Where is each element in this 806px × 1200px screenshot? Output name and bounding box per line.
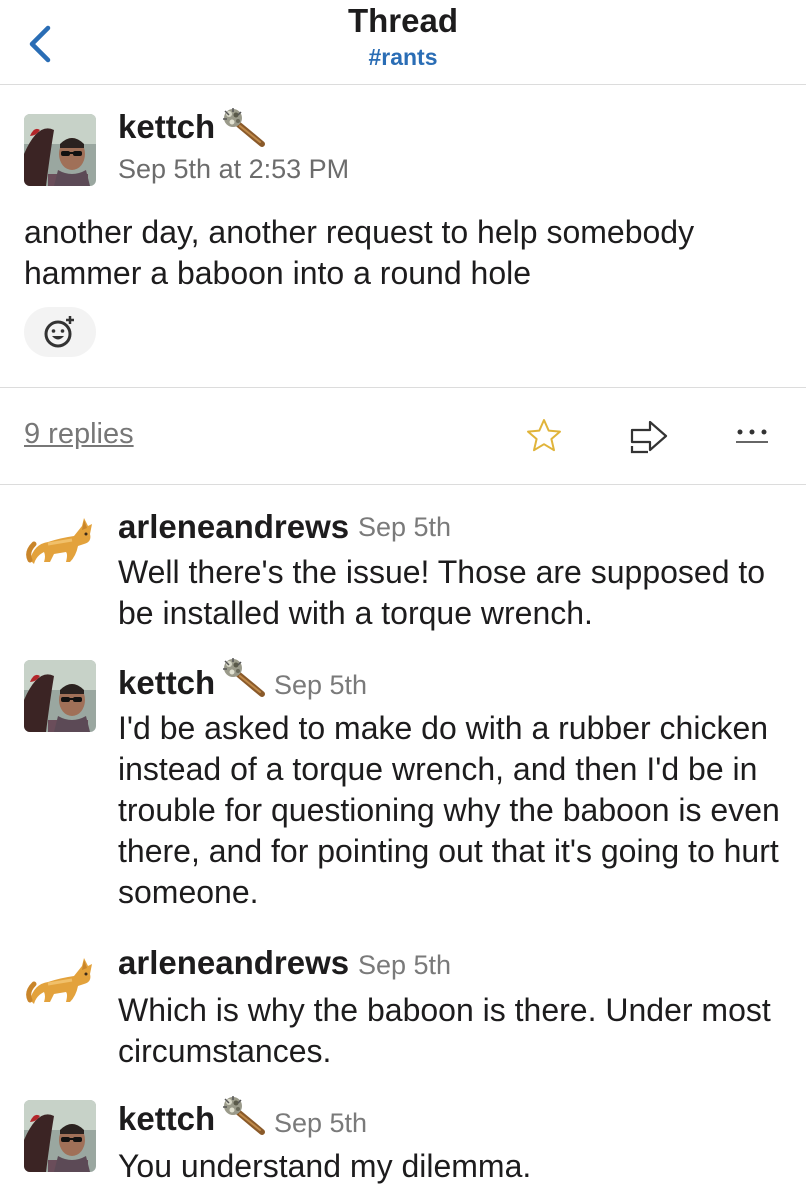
add-reaction-icon: [44, 316, 74, 348]
fox-avatar[interactable]: [24, 508, 96, 568]
author-name[interactable]: arleneandrews: [118, 508, 349, 546]
hammer-emoji-icon: [222, 108, 268, 148]
timestamp: Sep 5th: [274, 1108, 368, 1138]
timestamp: Sep 5th at 2:53 PM: [118, 154, 350, 184]
message-text: You understand my dilemma.: [118, 1148, 532, 1184]
message-text: I'd be asked to make do with a rubber ch…: [118, 710, 780, 910]
author-name[interactable]: kettch: [118, 1100, 215, 1138]
thread-action-bar: 9 replies: [0, 388, 806, 485]
timestamp: Sep 5th: [274, 670, 368, 700]
avatar[interactable]: [24, 1100, 96, 1172]
author-name[interactable]: kettch: [118, 664, 215, 702]
message-text: another day, another request to help som…: [24, 214, 695, 291]
timestamp: Sep 5th: [358, 950, 452, 980]
fox-avatar[interactable]: [24, 948, 96, 1008]
avatar-image: [24, 114, 96, 186]
avatar[interactable]: [24, 114, 96, 186]
avatar-image: [24, 1100, 96, 1172]
avatar[interactable]: [24, 660, 96, 732]
more-icon[interactable]: [732, 416, 772, 456]
add-reaction-button[interactable]: [24, 307, 96, 357]
hammer-emoji-icon: [222, 1096, 268, 1136]
timestamp: Sep 5th: [358, 512, 452, 542]
message-text: Well there's the issue! Those are suppos…: [118, 554, 766, 631]
channel-name[interactable]: #rants: [0, 44, 806, 71]
avatar-image: [24, 660, 96, 732]
message-text: Which is why the baboon is there. Under …: [118, 992, 771, 1069]
page-title: Thread: [347, 2, 459, 39]
thread-header: Thread #rants: [0, 0, 806, 85]
star-icon[interactable]: [524, 416, 564, 456]
hammer-emoji-icon: [222, 658, 268, 698]
author-name[interactable]: kettch: [118, 108, 215, 146]
share-icon[interactable]: [628, 416, 672, 456]
parent-message: kettch Sep 5th at 2:53 PM another day, a…: [0, 84, 806, 388]
replies-count-link[interactable]: 9 replies: [24, 418, 134, 451]
author-name[interactable]: arleneandrews: [118, 944, 349, 982]
